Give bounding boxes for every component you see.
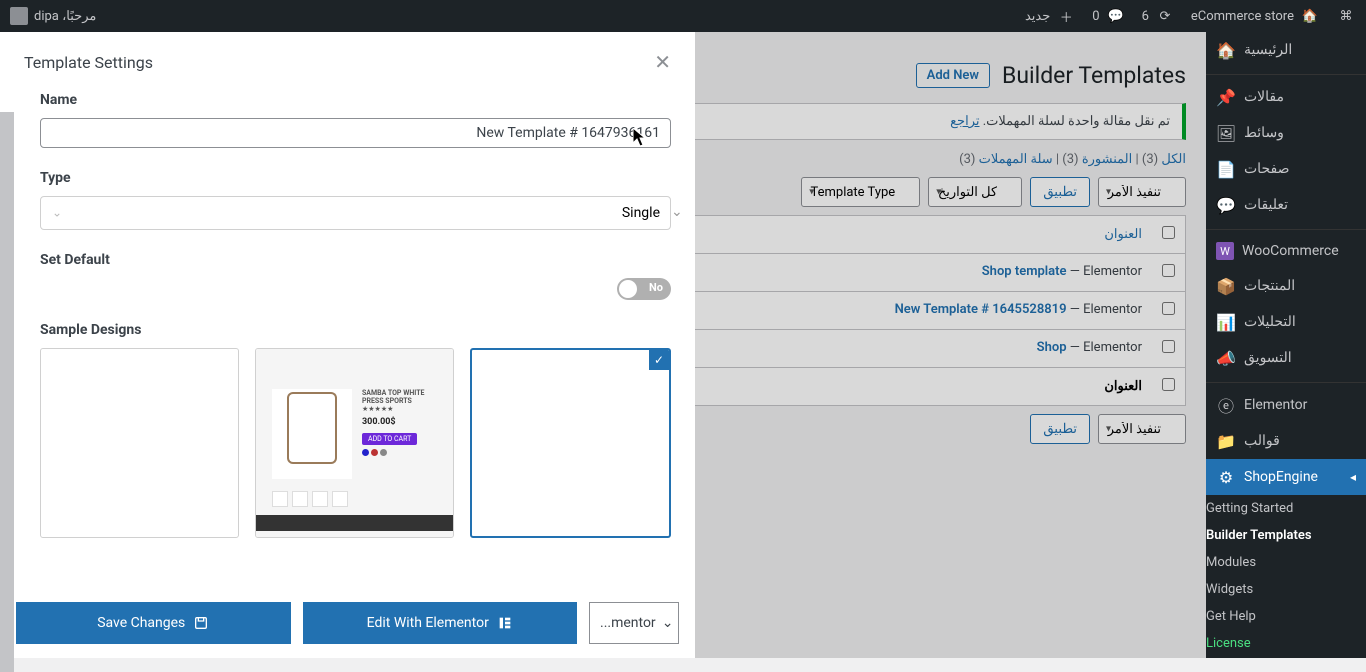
page-icon: 📄 (1216, 159, 1236, 179)
plus-icon: ＋ (1056, 6, 1076, 26)
menu-dashboard[interactable]: الرئيسية🏠 (1206, 32, 1366, 68)
menu-comments[interactable]: تعليقات💬 (1206, 187, 1366, 223)
shopengine-icon: ⚙ (1216, 467, 1236, 487)
account-link[interactable]: مرحبًا، dipa (10, 7, 96, 25)
type-label: Type (40, 170, 671, 186)
updates-link[interactable]: ⟳6 (1142, 6, 1175, 26)
name-label: Name (40, 92, 671, 108)
menu-elementor[interactable]: Elementorⓔ (1206, 382, 1366, 423)
comments-link[interactable]: 💬0 (1092, 6, 1125, 26)
submenu-license[interactable]: License (1206, 630, 1366, 657)
analytics-icon: 📊 (1216, 312, 1236, 332)
edit-with-elementor-button[interactable]: Edit With Elementor (303, 602, 578, 644)
design-card-blank[interactable] (40, 348, 239, 538)
menu-media[interactable]: وسائط🖼 (1206, 115, 1366, 151)
design-card-selected[interactable]: ✓ (470, 348, 671, 538)
default-label: Set Default (40, 252, 671, 268)
media-icon: 🖼 (1216, 123, 1236, 143)
marketing-icon: 📣 (1216, 348, 1236, 368)
save-changes-button[interactable]: Save Changes (16, 602, 291, 644)
chevron-down-icon: ⌄ (52, 205, 62, 219)
submenu-widgets[interactable]: Widgets (1206, 576, 1366, 603)
admin-bar: ⌘ 🏠eCommerce store ⟳6 💬0 ＋جديد مرحبًا، d… (0, 0, 1366, 32)
type-select[interactable]: Single (40, 196, 671, 230)
templates-icon: 📁 (1216, 431, 1236, 451)
modal-title: Template Settings (24, 53, 153, 72)
avatar (10, 7, 28, 25)
submenu-getting-started[interactable]: Getting Started (1206, 495, 1366, 522)
design-card-preview[interactable]: SAMBA TOP WHITE PRESS SPORTS ★★★★★ 300.0… (255, 348, 454, 538)
check-icon: ✓ (649, 350, 669, 370)
dashboard-icon: 🏠 (1216, 40, 1236, 60)
default-toggle[interactable]: No (617, 278, 671, 300)
home-icon: 🏠 (1300, 6, 1320, 26)
submenu-modules[interactable]: Modules (1206, 549, 1366, 576)
elementor-icon (497, 615, 513, 631)
menu-woocommerce[interactable]: WooCommerceW (1206, 229, 1366, 268)
comment-icon: 💬 (1106, 6, 1126, 26)
woo-icon: W (1216, 242, 1234, 260)
submenu-builder-templates[interactable]: Builder Templates (1206, 522, 1366, 549)
template-settings-modal: Template Settings ✕ Name Type Single ⌄ S… (0, 32, 695, 658)
save-icon (193, 615, 209, 631)
menu-templates[interactable]: قوالب📁 (1206, 423, 1366, 459)
products-icon: 📦 (1216, 276, 1236, 296)
menu-products[interactable]: المنتجات📦 (1206, 268, 1366, 304)
submenu-get-help[interactable]: Get Help (1206, 603, 1366, 630)
designs-label: Sample Designs (40, 322, 671, 338)
update-icon: ⟳ (1155, 6, 1175, 26)
comment-icon: 💬 (1216, 195, 1236, 215)
new-content-link[interactable]: ＋جديد (1025, 6, 1076, 26)
menu-posts[interactable]: مقالات📌 (1206, 74, 1366, 115)
name-input[interactable] (40, 118, 671, 148)
admin-sidebar: الرئيسية🏠 مقالات📌 وسائط🖼 صفحات📄 تعليقات💬… (1206, 32, 1366, 658)
pin-icon: 📌 (1216, 87, 1236, 107)
modal-close-button[interactable]: ✕ (654, 50, 671, 74)
site-name-link[interactable]: 🏠eCommerce store (1191, 6, 1320, 26)
wp-logo[interactable]: ⌘ (1336, 6, 1356, 26)
chevron-down-icon: ⌄ (662, 615, 674, 631)
menu-pages[interactable]: صفحات📄 (1206, 151, 1366, 187)
menu-analytics[interactable]: التحليلات📊 (1206, 304, 1366, 340)
menu-shopengine[interactable]: ShopEngine⚙ (1206, 459, 1366, 495)
menu-marketing[interactable]: التسويق📣 (1206, 340, 1366, 376)
elementor-dropdown[interactable]: ...mentor ⌄ (589, 602, 679, 644)
elementor-icon: ⓔ (1216, 395, 1236, 415)
modal-scrollbar[interactable] (0, 112, 14, 672)
